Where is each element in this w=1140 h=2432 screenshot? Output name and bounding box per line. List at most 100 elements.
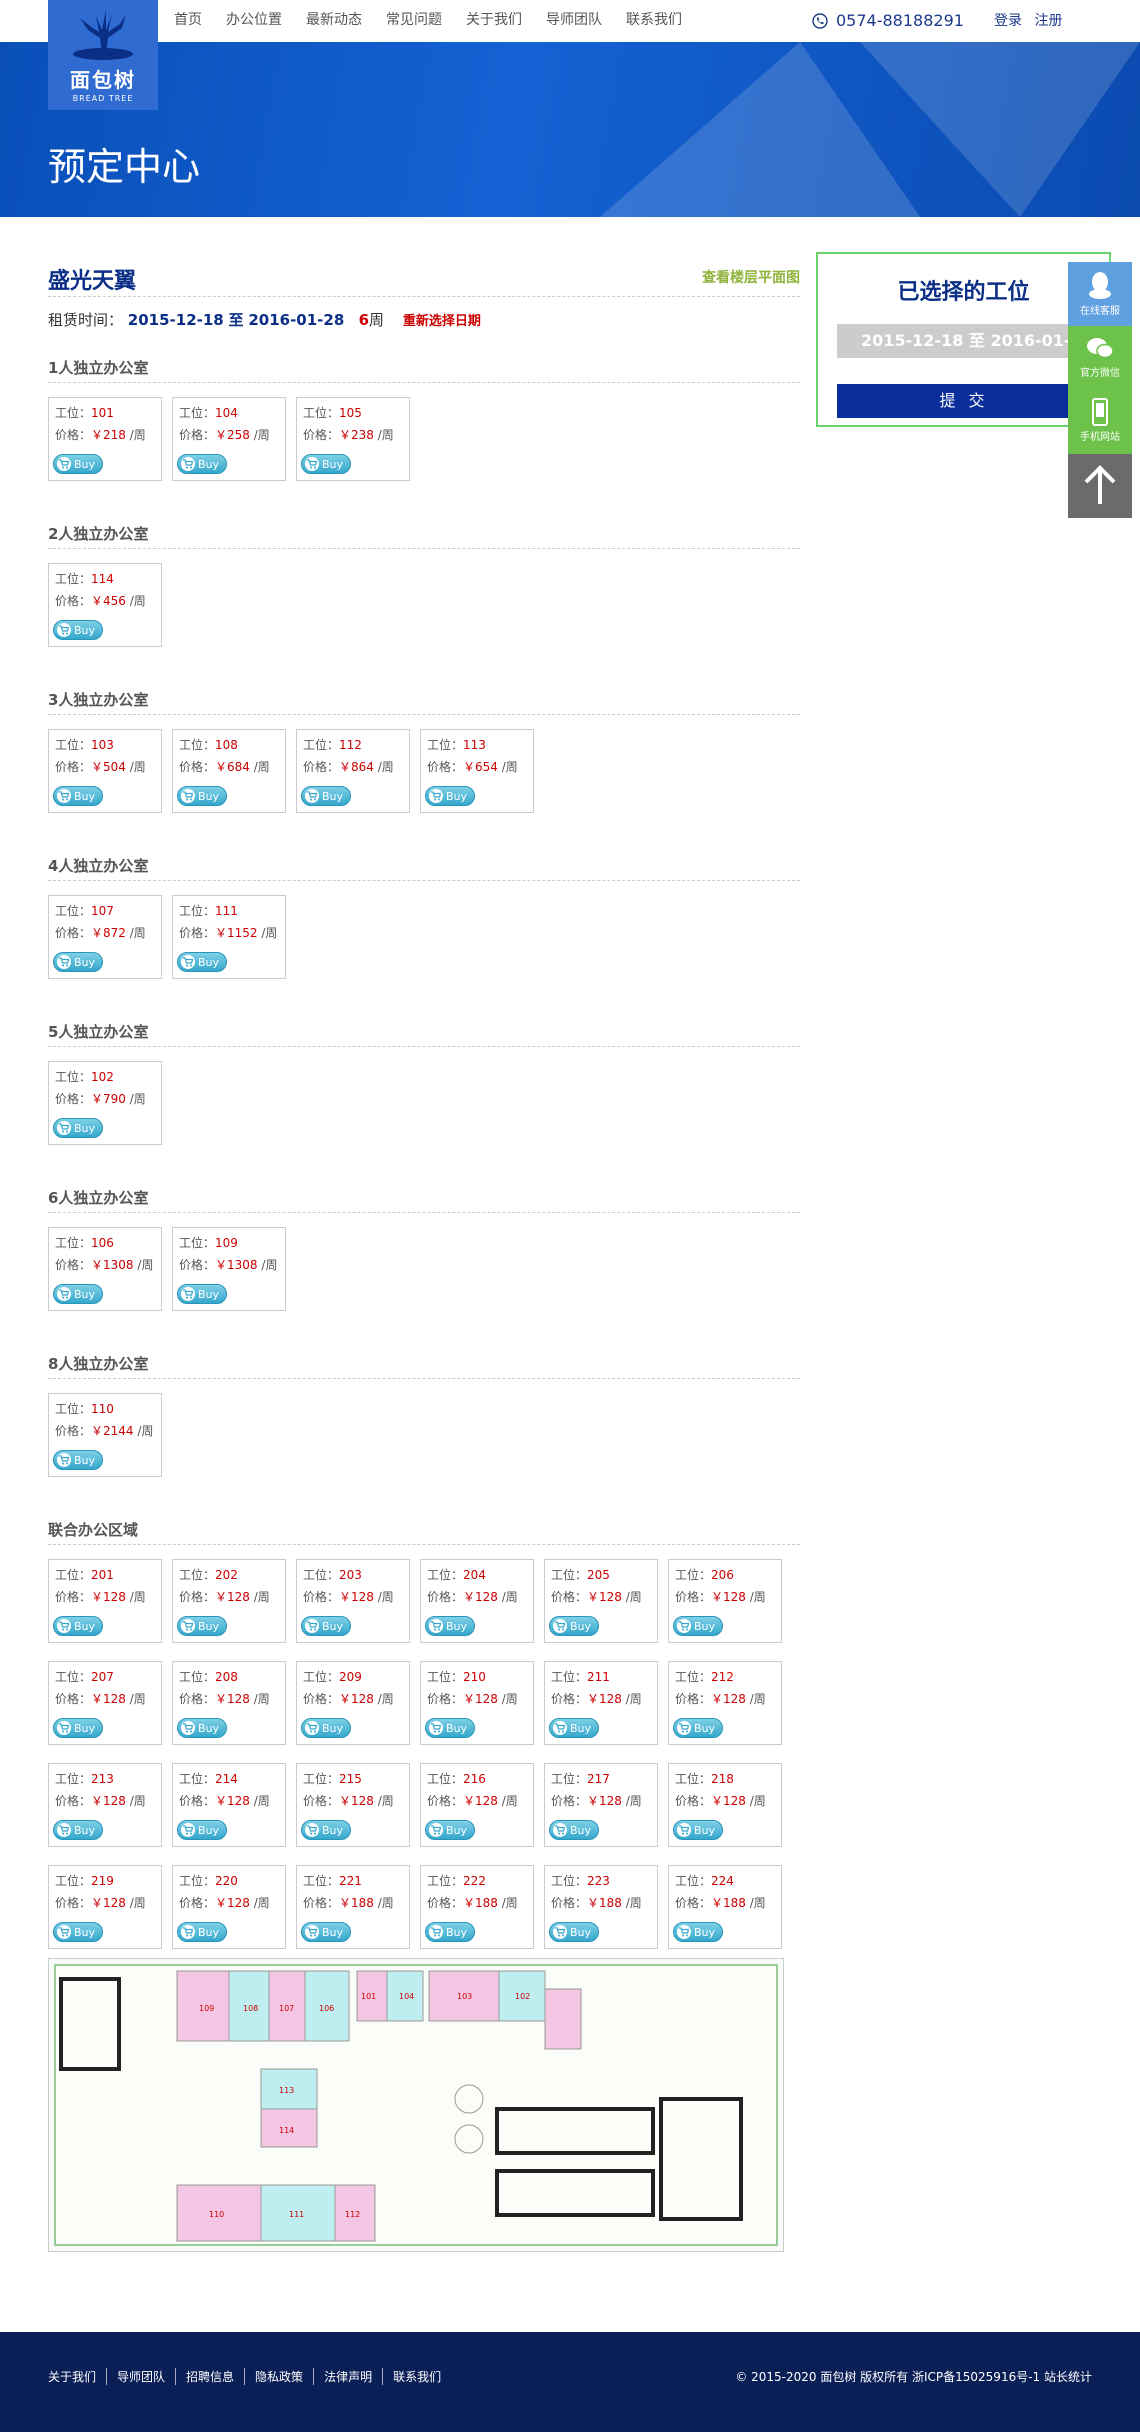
seat-line: 工位：215: [303, 1770, 409, 1792]
price-unit: /周: [625, 1590, 642, 1604]
buy-button[interactable]: Buy: [301, 454, 351, 474]
nav-contact[interactable]: 联系我们: [614, 0, 694, 42]
footer-link-jobs[interactable]: 招聘信息: [175, 2368, 244, 2385]
phone-icon: [812, 13, 828, 29]
buy-button[interactable]: Buy: [53, 1284, 103, 1304]
seat-label: 工位：: [551, 1772, 588, 1786]
price-unit: /周: [625, 1692, 642, 1706]
cart-icon: [553, 1619, 567, 1633]
buy-button[interactable]: Buy: [177, 1284, 227, 1304]
mobile-phone-icon: [1092, 398, 1108, 426]
office-section: 8人独立办公室 工位：110 价格：￥2144 /周 Buy: [48, 1353, 800, 1495]
buy-button[interactable]: Buy: [301, 1616, 351, 1636]
nav-home[interactable]: 首页: [162, 0, 214, 42]
buy-button[interactable]: Buy: [549, 1820, 599, 1840]
footer-link-contact[interactable]: 联系我们: [382, 2368, 451, 2385]
buy-label: Buy: [694, 1722, 716, 1735]
buy-button[interactable]: Buy: [549, 1718, 599, 1738]
seat-label: 工位：: [427, 738, 464, 752]
buy-button[interactable]: Buy: [177, 1922, 227, 1942]
buy-button[interactable]: Buy: [301, 1718, 351, 1738]
buy-button[interactable]: Buy: [53, 454, 103, 474]
buy-button[interactable]: Buy: [177, 1820, 227, 1840]
footer-link-privacy[interactable]: 隐私政策: [244, 2368, 313, 2385]
nav-locations[interactable]: 办公位置: [214, 0, 294, 42]
buy-label: Buy: [446, 1620, 468, 1633]
cart-icon: [57, 1619, 71, 1633]
price-line: 价格：￥128 /周: [427, 1792, 533, 1814]
lease-dates: 租赁时间： 2015-12-18 至 2016-01-28 6周 重新选择日期: [48, 309, 800, 333]
buy-button[interactable]: Buy: [549, 1616, 599, 1636]
seat-card: 工位：218 价格：￥128 /周 Buy: [668, 1763, 782, 1847]
price-label: 价格：: [55, 1896, 92, 1910]
nav-faq[interactable]: 常见问题: [374, 0, 454, 42]
seat-card-list: 工位：114 价格：￥456 /周 Buy: [48, 563, 800, 665]
buy-button[interactable]: Buy: [53, 1118, 103, 1138]
buy-button[interactable]: Buy: [53, 1616, 103, 1636]
footer-link-about[interactable]: 关于我们: [48, 2368, 106, 2385]
price-line: 价格：￥128 /周: [55, 1894, 161, 1916]
arrow-up-icon: [1084, 465, 1116, 504]
seat-id: 212: [711, 1670, 734, 1684]
price-unit: /周: [749, 1590, 766, 1604]
buy-button[interactable]: Buy: [177, 786, 227, 806]
nav-news[interactable]: 最新动态: [294, 0, 374, 42]
float-mobile-site[interactable]: 手机网站: [1068, 390, 1132, 454]
login-link[interactable]: 登录: [994, 13, 1022, 29]
buy-button[interactable]: Buy: [425, 1718, 475, 1738]
cart-icon: [57, 1721, 71, 1735]
seat-id: 202: [215, 1568, 238, 1582]
seat-line: 工位：113: [427, 736, 533, 758]
price-unit: /周: [129, 1092, 146, 1106]
buy-button[interactable]: Buy: [53, 620, 103, 640]
buy-button[interactable]: Buy: [177, 1616, 227, 1636]
buy-button[interactable]: Buy: [177, 454, 227, 474]
buy-button[interactable]: Buy: [673, 1718, 723, 1738]
buy-button[interactable]: Buy: [301, 786, 351, 806]
buy-button[interactable]: Buy: [177, 952, 227, 972]
buy-button[interactable]: Buy: [53, 952, 103, 972]
buy-button[interactable]: Buy: [425, 1820, 475, 1840]
seat-price: 2144: [103, 1424, 134, 1438]
buy-button[interactable]: Buy: [301, 1820, 351, 1840]
seat-card: 工位：220 价格：￥128 /周 Buy: [172, 1865, 286, 1949]
buy-button[interactable]: Buy: [425, 1616, 475, 1636]
site-logo[interactable]: 面包树 BREAD TREE: [48, 0, 158, 110]
seat-card: 工位：203 价格：￥128 /周 Buy: [296, 1559, 410, 1643]
submit-button[interactable]: 提 交: [837, 384, 1091, 418]
seat-card: 工位：109 价格：￥1308 /周 Buy: [172, 1227, 286, 1311]
price-line: 价格：￥128 /周: [427, 1690, 533, 1712]
register-link[interactable]: 注册: [1034, 13, 1062, 29]
lease-to: 至: [228, 311, 244, 329]
buy-button[interactable]: Buy: [53, 1820, 103, 1840]
seat-card-list: 工位：103 价格：￥504 /周 Buy 工位：108 价格：￥684 /周 Buy 工位…: [48, 729, 800, 831]
buy-button[interactable]: Buy: [301, 1922, 351, 1942]
nav-about[interactable]: 关于我们: [454, 0, 534, 42]
price-unit: /周: [253, 1590, 270, 1604]
buy-button[interactable]: Buy: [53, 1922, 103, 1942]
float-qq-service[interactable]: 在线客服: [1068, 262, 1132, 326]
selected-date-range: 2015-12-18 至 2016-01-28: [837, 324, 1077, 358]
float-wechat[interactable]: 官方微信: [1068, 326, 1132, 390]
floor-plan-link[interactable]: 查看楼层平面图: [702, 267, 800, 287]
reset-dates-link[interactable]: 重新选择日期: [403, 314, 481, 329]
back-to-top-button[interactable]: [1068, 454, 1132, 518]
buy-button[interactable]: Buy: [425, 786, 475, 806]
buy-button[interactable]: Buy: [53, 1450, 103, 1470]
footer-link-mentors[interactable]: 导师团队: [106, 2368, 175, 2385]
buy-button[interactable]: Buy: [177, 1718, 227, 1738]
buy-button[interactable]: Buy: [53, 786, 103, 806]
currency-symbol: ￥: [339, 760, 352, 774]
buy-button[interactable]: Buy: [673, 1616, 723, 1636]
buy-button[interactable]: Buy: [673, 1820, 723, 1840]
price-line: 价格：￥128 /周: [179, 1792, 285, 1814]
buy-button[interactable]: Buy: [425, 1922, 475, 1942]
seat-line: 工位：208: [179, 1668, 285, 1690]
buy-button[interactable]: Buy: [549, 1922, 599, 1942]
buy-button[interactable]: Buy: [53, 1718, 103, 1738]
nav-mentors[interactable]: 导师团队: [534, 0, 614, 42]
footer-link-legal[interactable]: 法律声明: [313, 2368, 382, 2385]
currency-symbol: ￥: [91, 1092, 104, 1106]
price-line: 价格：￥128 /周: [551, 1588, 657, 1610]
buy-button[interactable]: Buy: [673, 1922, 723, 1942]
